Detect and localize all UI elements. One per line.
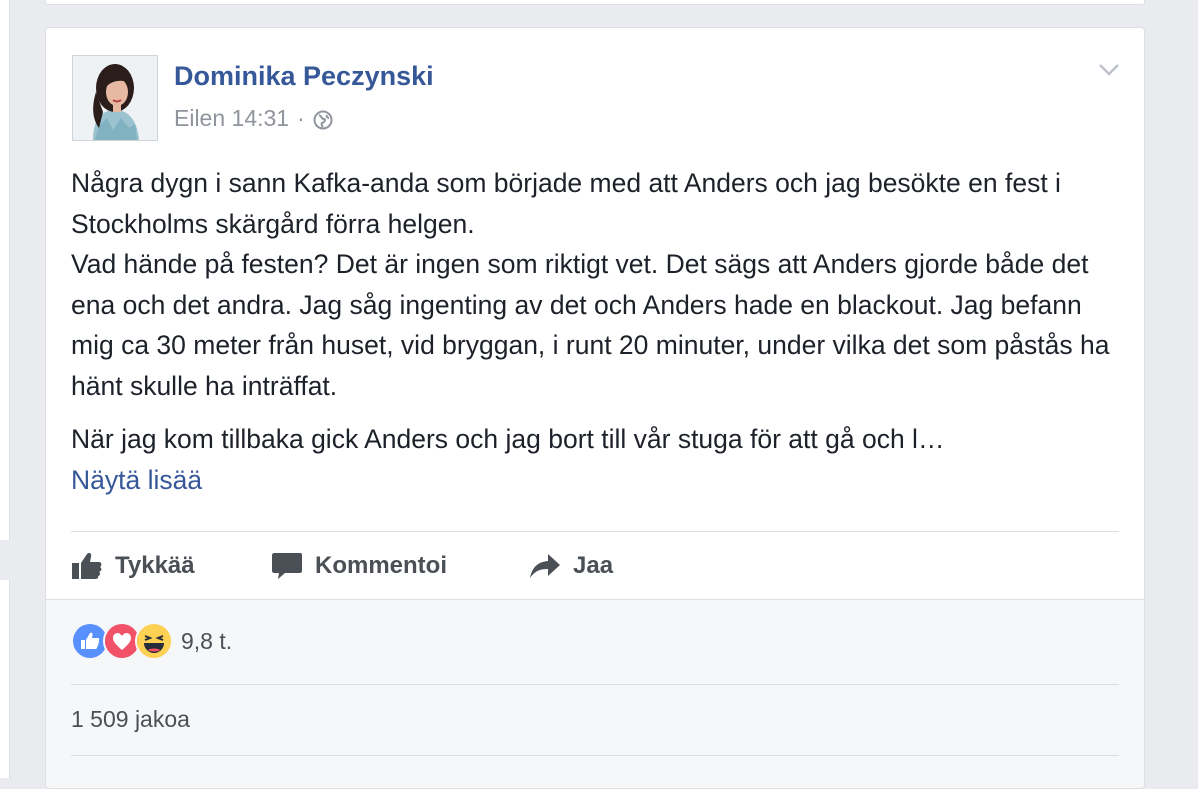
action-bar: Tykkää Kommentoi Jaa	[71, 546, 1119, 586]
post-paragraph: När jag kom tillbaka gick Anders och jag…	[71, 419, 1121, 500]
reaction-count[interactable]: 9,8 t.	[181, 628, 232, 655]
share-arrow-icon	[530, 554, 560, 578]
comment-icon	[272, 553, 302, 579]
post-timestamp[interactable]: Eilen 14:31	[174, 105, 289, 132]
comment-button[interactable]: Kommentoi	[271, 551, 529, 581]
reactions-summary[interactable]: 9,8 t.	[71, 622, 232, 660]
post-paragraph-text: När jag kom tillbaka gick Anders och jag…	[71, 424, 945, 454]
divider	[71, 755, 1119, 756]
post-meta: Eilen 14:31 ·	[174, 105, 333, 132]
author-name[interactable]: Dominika Peczynski	[174, 61, 434, 92]
post-text: Några dygn i sann Kafka-anda som började…	[71, 163, 1121, 500]
post-footer: 9,8 t. 1 509 jakoa	[46, 599, 1144, 788]
divider	[71, 531, 1119, 532]
like-button[interactable]: Tykkää	[71, 551, 271, 581]
like-label: Tykkää	[115, 552, 195, 579]
chevron-down-icon[interactable]	[1098, 58, 1120, 80]
thumbs-up-icon	[72, 553, 102, 579]
post-card: Dominika Peczynski Eilen 14:31 · Några d…	[45, 27, 1145, 789]
globe-icon[interactable]	[313, 109, 333, 129]
avatar[interactable]	[72, 55, 158, 141]
left-column-edge	[0, 580, 10, 778]
previous-post-card	[45, 0, 1145, 5]
haha-reaction-icon	[135, 622, 173, 660]
meta-separator: ·	[297, 105, 305, 131]
comment-label: Kommentoi	[315, 552, 447, 579]
divider	[71, 684, 1119, 685]
share-label: Jaa	[573, 552, 614, 579]
left-column-edge	[0, 0, 10, 540]
share-button[interactable]: Jaa	[529, 551, 613, 581]
post-paragraph: Några dygn i sann Kafka-anda som började…	[71, 168, 1110, 401]
see-more-link[interactable]: Näytä lisää	[71, 460, 1121, 500]
share-count[interactable]: 1 509 jakoa	[71, 706, 190, 733]
